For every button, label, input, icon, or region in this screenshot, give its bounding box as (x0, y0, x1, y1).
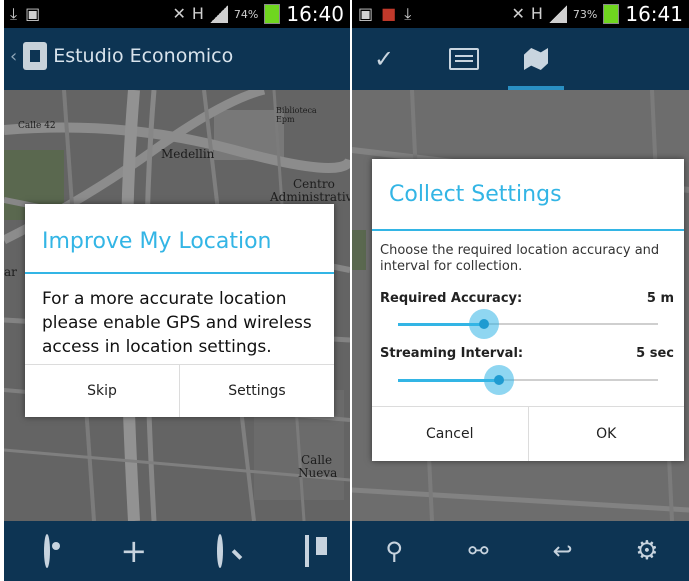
signal-icon (209, 5, 228, 23)
up-navigation[interactable]: ‹ Estudio Economico (10, 42, 233, 70)
attachment-icon[interactable]: ⚯ (458, 537, 498, 565)
clipboard-icon (23, 42, 48, 70)
locate-icon[interactable] (27, 534, 67, 568)
collect-settings-dialog: Collect Settings Choose the required loc… (372, 159, 684, 461)
bottom-toolbar: + (4, 521, 350, 581)
title-divider (372, 229, 684, 231)
left-phone-screen: ⤓ ▣ ✕ H 74% 16:40 ‹ Estudio Economico Ca… (4, 0, 350, 581)
slider-thumb[interactable] (468, 309, 499, 339)
slider-thumb[interactable] (484, 365, 515, 395)
improve-location-dialog: Improve My Location For a more accurate … (25, 204, 334, 417)
required-accuracy-row: Required Accuracy: 5 m (380, 291, 674, 306)
form-icon[interactable] (434, 28, 494, 90)
ok-button[interactable]: OK (527, 407, 685, 461)
network-icon: H (191, 4, 204, 23)
app-title: Estudio Economico (53, 45, 234, 67)
back-chevron-icon: ‹ (10, 45, 18, 67)
collect-icon[interactable]: ⚲ (374, 537, 414, 565)
battery-percent: 74% (233, 7, 259, 21)
clock: 16:41 (625, 2, 683, 26)
network-icon: H (530, 4, 543, 23)
dialog-button-bar: Skip Settings (25, 364, 334, 417)
map-icon[interactable] (506, 28, 566, 90)
streaming-interval-row: Streaming Interval: 5 sec (380, 346, 674, 361)
undo-icon[interactable]: ↩ (543, 537, 583, 565)
add-icon[interactable]: + (114, 532, 154, 570)
required-accuracy-value: 5 m (646, 291, 674, 306)
right-phone-screen: ▣ ■ ⤓ ✕ H 73% 16:41 ✓ ⚲ ⚯ ↩ ⚙ Collect Se… (352, 0, 689, 581)
dialog-button-bar: Cancel OK (372, 406, 684, 461)
battery-icon (603, 4, 620, 24)
settings-button[interactable]: Settings (179, 365, 334, 417)
dialog-message: For a more accurate location please enab… (42, 289, 312, 357)
action-bar: ‹ Estudio Economico (4, 28, 350, 90)
check-icon[interactable]: ✓ (354, 28, 414, 90)
action-bar: ✓ (352, 28, 689, 90)
required-accuracy-label: Required Accuracy: (380, 291, 523, 306)
title-divider (25, 272, 334, 274)
dialog-title: Collect Settings (389, 182, 562, 207)
battery-icon (264, 4, 281, 24)
dialog-title: Improve My Location (42, 229, 272, 254)
streaming-interval-label: Streaming Interval: (380, 346, 524, 361)
clock: 16:40 (286, 2, 344, 26)
bottom-toolbar: ⚲ ⚯ ↩ ⚙ (352, 521, 689, 581)
mute-icon: ✕ (172, 4, 186, 23)
layers-icon[interactable] (287, 535, 327, 567)
status-bar: ⤓ ▣ ✕ H 74% 16:40 (4, 0, 350, 28)
download-icon: ⤓ (404, 4, 412, 23)
signal-icon (548, 5, 567, 23)
streaming-interval-value: 5 sec (636, 346, 674, 361)
status-bar: ▣ ■ ⤓ ✕ H 73% 16:41 (352, 0, 689, 28)
download-icon: ⤓ (10, 4, 18, 23)
skip-button[interactable]: Skip (25, 365, 179, 417)
image-icon: ▣ (25, 4, 41, 23)
dialog-description: Choose the required location accuracy an… (380, 243, 660, 274)
app-notification-icon: ■ (381, 4, 397, 23)
streaming-interval-slider[interactable] (398, 365, 658, 395)
mute-icon: ✕ (511, 4, 525, 23)
search-icon[interactable] (200, 534, 240, 568)
image-icon: ▣ (358, 4, 374, 23)
required-accuracy-slider[interactable] (398, 309, 658, 339)
gear-icon[interactable]: ⚙ (627, 536, 667, 566)
cancel-button[interactable]: Cancel (372, 407, 528, 461)
battery-percent: 73% (572, 7, 598, 21)
